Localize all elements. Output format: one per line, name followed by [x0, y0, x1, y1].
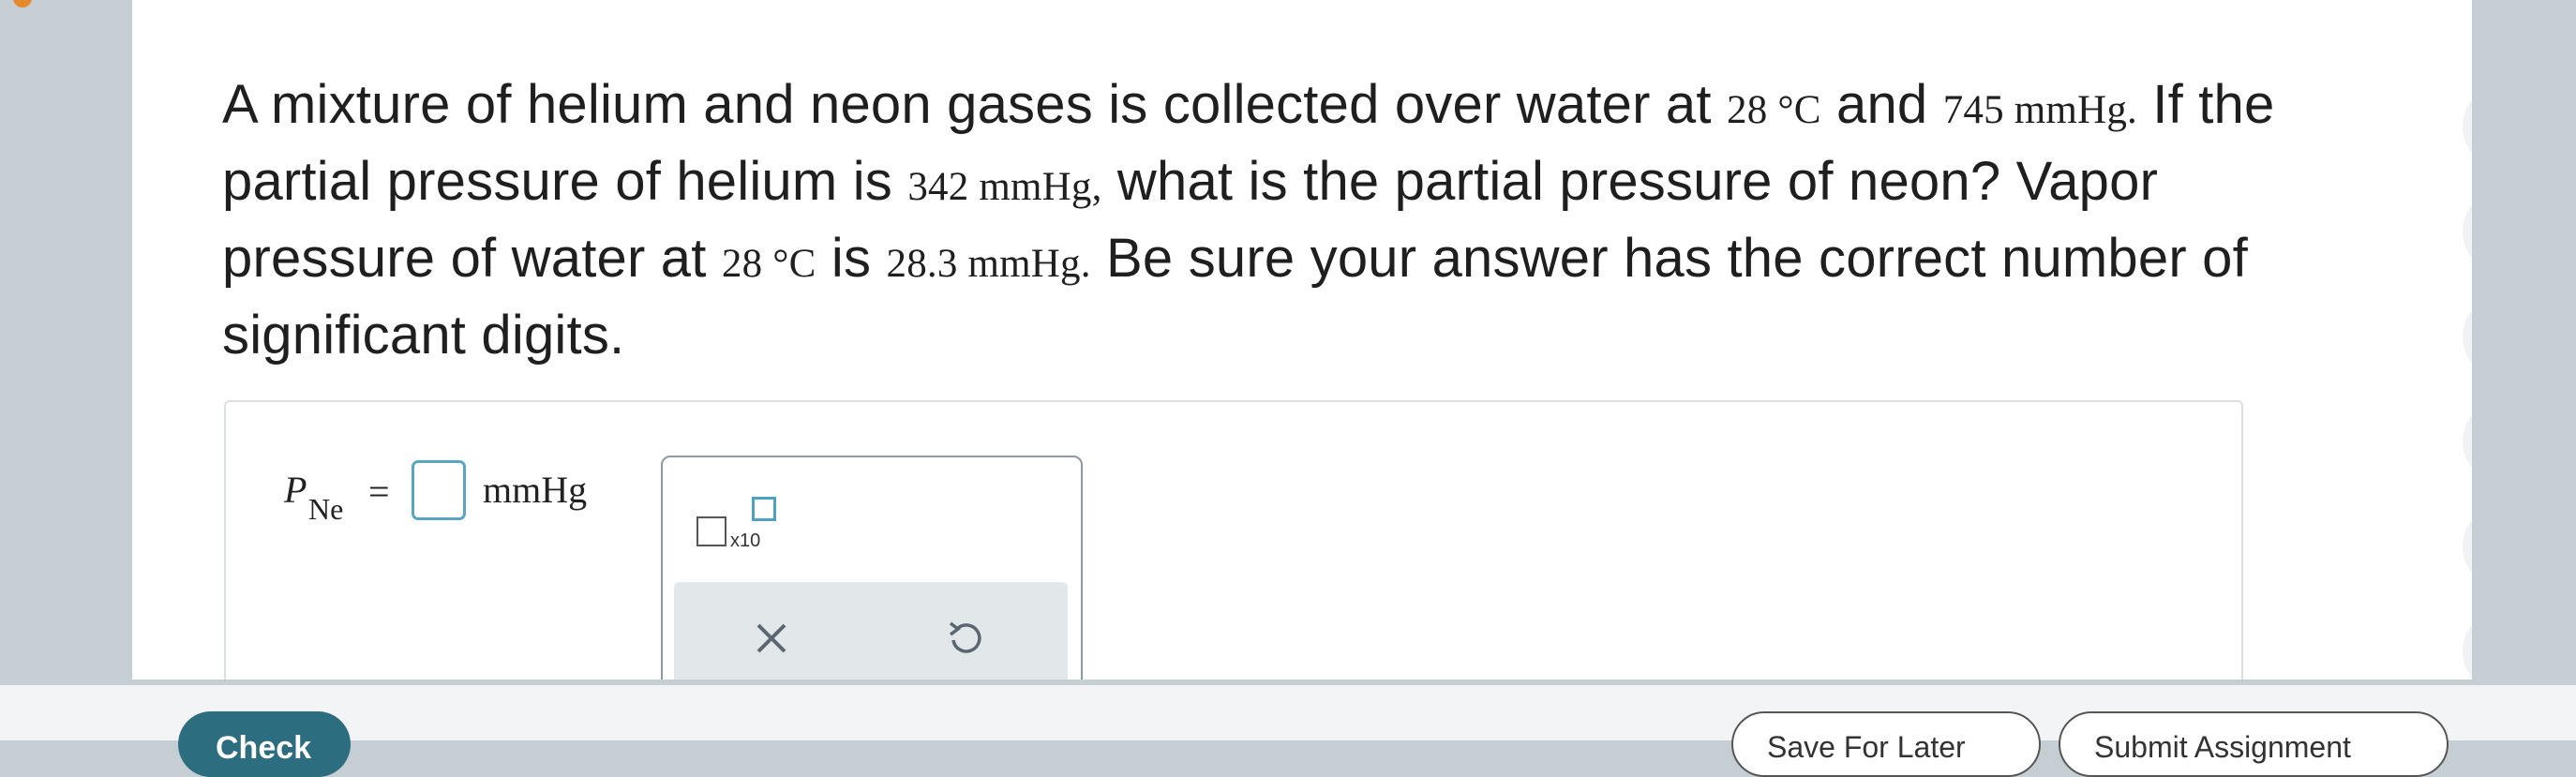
undo-icon — [949, 621, 981, 653]
question-card: A mixture of helium and neon gases is co… — [132, 0, 2472, 680]
math-palette: x10 — [661, 456, 1083, 680]
palette-action-bar — [674, 582, 1068, 680]
total-pressure-value: 745 mmHg. — [1942, 88, 2137, 132]
temperature-value: 28 °C — [1727, 88, 1821, 132]
tool-hint-button[interactable] — [2463, 294, 2472, 379]
helium-pressure-value: 342 mmHg, — [907, 165, 1102, 209]
base-box-icon — [696, 516, 726, 546]
submit-assignment-button[interactable]: Submit Assignment — [2059, 711, 2449, 777]
undo-button[interactable] — [927, 610, 1002, 666]
notification-dot — [13, 0, 32, 7]
vapor-pressure-value: 28.3 mmHg. — [886, 242, 1091, 286]
question-part-5: is — [831, 228, 872, 289]
tool-calculator-button[interactable] — [2463, 609, 2472, 680]
tool-periodic-table-button[interactable]: 18 Ar — [2463, 504, 2472, 589]
question-text: A mixture of helium and neon gases is co… — [222, 69, 2350, 371]
close-icon — [756, 623, 786, 653]
water-temperature-value: 28 °C — [721, 242, 816, 286]
exponent-box-icon — [752, 497, 776, 521]
tool-chart-button[interactable] — [2463, 399, 2472, 484]
answer-input[interactable] — [412, 460, 466, 520]
equals-sign: = — [368, 471, 390, 513]
save-for-later-button[interactable]: Save For Later — [1731, 711, 2041, 777]
answer-unit: mmHg — [483, 469, 588, 511]
question-part-1: A mixture of helium and neon gases is co… — [222, 74, 1712, 135]
pressure-subscript: Ne — [308, 492, 344, 526]
question-part-2: and — [1836, 74, 1928, 135]
pressure-symbol: P — [284, 469, 307, 511]
clear-button[interactable] — [734, 610, 809, 666]
bottom-bar: Check Save For Later Submit Assignment — [0, 680, 2576, 777]
check-button[interactable]: Check — [178, 711, 351, 777]
tool-reading-button[interactable] — [2463, 84, 2472, 169]
tool-directions-button[interactable] — [2463, 189, 2472, 274]
scientific-notation-button[interactable]: x10 — [696, 493, 781, 559]
answer-area: P Ne = mmHg x10 — [224, 400, 2243, 680]
x10-label: x10 — [730, 530, 761, 551]
